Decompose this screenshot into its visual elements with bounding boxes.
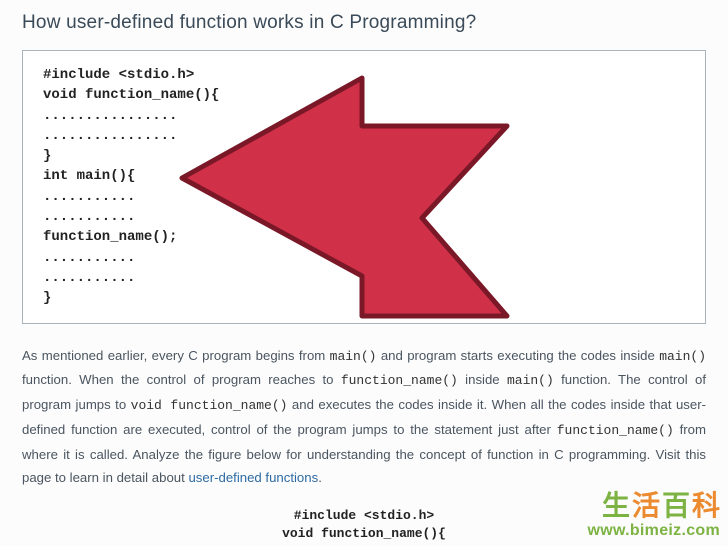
watermark-char: 百 xyxy=(662,484,690,524)
page-title: How user-defined function works in C Pro… xyxy=(22,12,706,34)
inline-code: void function_name() xyxy=(131,398,288,413)
watermark: 生 活 百 科 www.bimeiz.com xyxy=(587,484,720,540)
watermark-url: www.bimeiz.com xyxy=(587,522,720,540)
watermark-char: 科 xyxy=(692,484,720,524)
user-defined-functions-link[interactable]: user-defined functions xyxy=(188,470,318,485)
inline-code: main() xyxy=(659,349,706,364)
watermark-char: 生 xyxy=(602,484,630,524)
code-line: void function_name(){ xyxy=(43,85,685,105)
inline-code: main() xyxy=(330,349,377,364)
explanation-paragraph: As mentioned earlier, every C program be… xyxy=(22,344,706,489)
code-line: ........... xyxy=(43,268,685,288)
code-line: ................ xyxy=(43,126,685,146)
code-line: } xyxy=(43,146,685,166)
prose-text: As mentioned earlier, every C program be… xyxy=(22,348,330,363)
code-line: function_name(); xyxy=(43,227,685,247)
code-line: ........... xyxy=(43,248,685,268)
code-block-main: #include <stdio.h> void function_name(){… xyxy=(22,50,706,324)
prose-text: inside xyxy=(458,372,507,387)
watermark-title: 生 活 百 科 xyxy=(602,484,720,524)
code-line: ........... xyxy=(43,207,685,227)
prose-text: function. When the control of program re… xyxy=(22,372,341,387)
prose-text: . xyxy=(318,470,322,485)
code-line: } xyxy=(43,288,685,308)
inline-code: main() xyxy=(507,373,554,388)
inline-code: function_name() xyxy=(341,373,458,388)
page-content: How user-defined function works in C Pro… xyxy=(0,0,728,543)
code-line: ........... xyxy=(43,187,685,207)
code-line: int main(){ xyxy=(43,166,685,186)
watermark-char: 活 xyxy=(632,484,660,524)
inline-code: function_name() xyxy=(557,423,674,438)
code-line: ................ xyxy=(43,106,685,126)
code-line: #include <stdio.h> xyxy=(43,65,685,85)
prose-text: and program starts executing the codes i… xyxy=(376,348,659,363)
